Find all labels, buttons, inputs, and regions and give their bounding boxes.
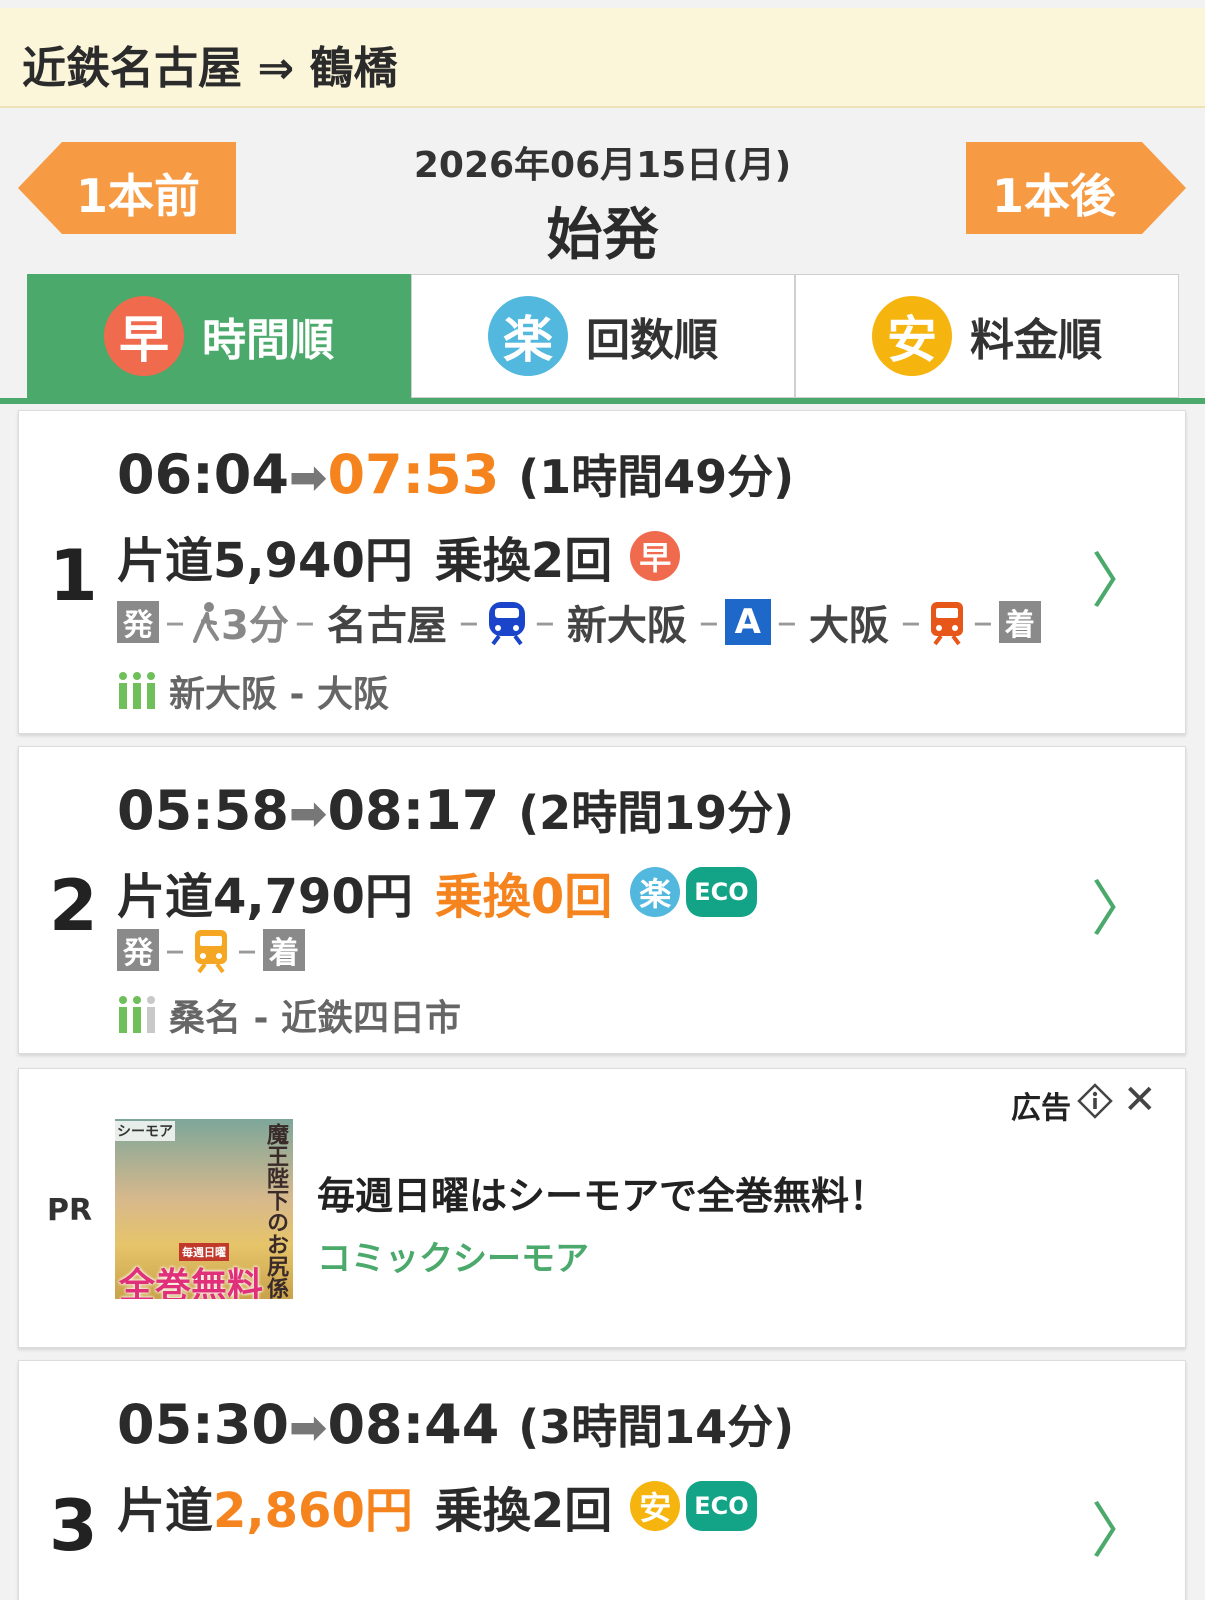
crowd-info: 新大阪 - 大阪 — [117, 669, 389, 715]
route-rank: 2 — [49, 865, 98, 947]
route-header: 近鉄名古屋 ⇒ 鶴橋 — [0, 8, 1205, 108]
fare: 2,860円 — [213, 1483, 413, 1539]
fare-prefix: 片道 — [117, 1483, 214, 1539]
ad-image-caption: 全巻無料 — [119, 1266, 264, 1299]
fare-prefix: 片道 — [117, 869, 214, 925]
route-segments: 発 – – 着 — [117, 925, 305, 975]
walk-icon — [193, 602, 219, 643]
fare: 4,790円 — [213, 869, 413, 925]
ad-source: コミックシーモア — [317, 1239, 589, 1279]
route-card-2[interactable]: 2 05:58➡08:17 (2時間19分) 片道 4,790円 乗換0回 楽 EC… — [18, 746, 1186, 1054]
ad-image-title: 魔王陛下のお尻係 — [263, 1123, 288, 1299]
chevron-right-icon: 〉 — [1091, 875, 1151, 945]
tab-underline — [0, 398, 1205, 404]
limited-express-icon — [195, 930, 227, 974]
tab-sort-by-time[interactable]: 早 時間順 — [27, 274, 411, 398]
fare: 5,940円 — [213, 533, 413, 589]
crowd-section: 桑名 - 近鉄四日市 — [169, 998, 462, 1039]
eco-badge: ECO — [686, 1481, 757, 1531]
crowd-section: 新大阪 - 大阪 — [169, 674, 390, 715]
cheap-badge-icon: 安 — [630, 1481, 681, 1531]
station-name: 名古屋 — [326, 603, 447, 649]
station-name: 新大阪 — [566, 603, 687, 649]
shinkansen-icon — [488, 602, 525, 646]
transfers: 乗換2回 — [434, 1483, 613, 1539]
ad-label: 広告 — [1011, 1091, 1071, 1126]
route-fare-line: 片道 4,790円 乗換0回 楽 ECO — [117, 857, 757, 927]
duration: (1時間49分) — [518, 450, 795, 504]
next-train-button[interactable]: 1本後 — [966, 142, 1186, 234]
arrive-marker: 着 — [998, 601, 1041, 643]
arrow-right-icon: ➡ — [288, 450, 328, 504]
jr-line-icon: A — [724, 599, 771, 645]
depart-time: 05:58 — [117, 779, 289, 842]
tab-label: 回数順 — [586, 315, 718, 366]
depart-time: 05:30 — [117, 1393, 289, 1456]
arrive-marker: 着 — [263, 929, 305, 971]
route-card-1[interactable]: 1 06:04➡07:53 (1時間49分) 片道 5,940円 乗換2回 早 発 … — [18, 410, 1186, 734]
route-fare-line: 片道 2,860円 乗換2回 安 ECO — [117, 1471, 757, 1541]
crowd-info: 桑名 - 近鉄四日市 — [117, 993, 461, 1039]
duration: (3時間14分) — [518, 1400, 795, 1454]
transfers: 乗換2回 — [434, 533, 613, 589]
arrive-time: 08:44 — [327, 1393, 500, 1456]
easy-badge-icon: 楽 — [488, 296, 568, 376]
fast-badge-icon: 早 — [630, 531, 681, 581]
crowd-level-icon — [119, 672, 155, 709]
walk-duration: 3分 — [221, 603, 289, 649]
crowd-level-icon — [119, 996, 155, 1033]
train-icon — [930, 602, 963, 646]
next-train-label: 1本後 — [992, 169, 1117, 223]
route-segments: 発 – 3分 – 名古屋 – – 新大阪 – A – 大阪 – – 着 — [117, 597, 1041, 649]
ad-image-brand: シーモア — [115, 1121, 175, 1141]
station-name: 大阪 — [808, 603, 889, 649]
fast-badge-icon: 早 — [104, 296, 184, 376]
duration: (2時間19分) — [518, 786, 795, 840]
tab-sort-by-fare[interactable]: 安 料金順 — [795, 274, 1179, 398]
route-times: 05:58➡08:17 (2時間19分) — [117, 777, 794, 843]
chevron-right-icon: 〉 — [1091, 547, 1151, 617]
ad-card: PR 広告 ✕ シーモア 魔王陛下のお尻係 毎週日曜 全巻無料 毎週日曜はシーモ… — [18, 1068, 1186, 1348]
fare-prefix: 片道 — [117, 533, 214, 589]
ad-info-icon[interactable] — [1077, 1083, 1113, 1119]
depart-marker: 発 — [117, 601, 159, 643]
route-rank: 3 — [49, 1485, 98, 1567]
arrive-time: 08:17 — [327, 779, 500, 842]
ad-headline[interactable]: 毎週日曜はシーモアで全巻無料！ — [317, 1165, 887, 1220]
transfers: 乗換0回 — [434, 869, 613, 925]
ad-image[interactable]: シーモア 魔王陛下のお尻係 毎週日曜 全巻無料 — [115, 1119, 293, 1299]
easy-badge-icon: 楽 — [630, 867, 681, 917]
tab-label: 時間順 — [202, 315, 334, 366]
depart-time: 06:04 — [117, 443, 289, 506]
route-times: 05:30➡08:44 (3時間14分) — [117, 1391, 794, 1457]
route-title: 近鉄名古屋 ⇒ 鶴橋 — [22, 43, 398, 94]
sort-tabs: 早 時間順 楽 回数順 安 料金順 — [27, 274, 1179, 398]
eco-badge: ECO — [686, 867, 757, 917]
arrive-time: 07:53 — [327, 443, 500, 506]
arrow-right-icon: ➡ — [288, 1400, 328, 1454]
ad-close-icon[interactable]: ✕ — [1123, 1077, 1157, 1123]
cheap-badge-icon: 安 — [872, 296, 952, 376]
route-rank: 1 — [49, 535, 98, 617]
pr-label: PR — [47, 1193, 93, 1228]
arrow-right-icon: ➡ — [288, 786, 328, 840]
chevron-right-icon: 〉 — [1091, 1497, 1151, 1567]
depart-marker: 発 — [117, 929, 159, 971]
route-times: 06:04➡07:53 (1時間49分) — [117, 441, 794, 507]
route-card-3[interactable]: 3 05:30➡08:44 (3時間14分) 片道 2,860円 乗換2回 安 EC… — [18, 1360, 1186, 1600]
tab-sort-by-transfers[interactable]: 楽 回数順 — [411, 274, 795, 398]
route-fare-line: 片道 5,940円 乗換2回 早 — [117, 521, 681, 591]
tab-label: 料金順 — [970, 315, 1102, 366]
